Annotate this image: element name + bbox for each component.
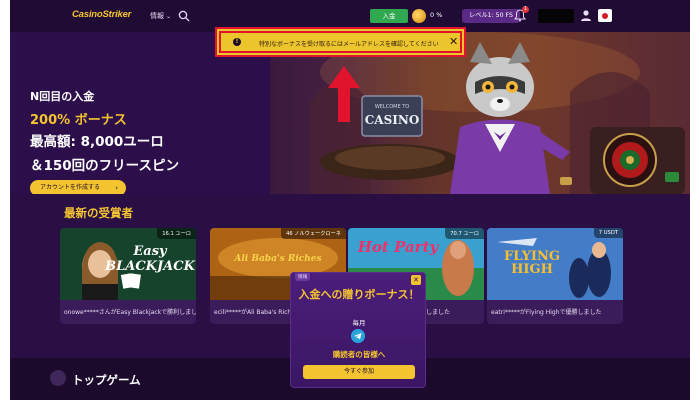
winner-text: eatri*****がFlying Highで優勝しました <box>491 309 602 316</box>
notice-close-button[interactable]: ✕ <box>449 35 458 48</box>
popup-tag: 情報 <box>295 273 311 281</box>
sign-casino-text: CASINO <box>365 113 420 127</box>
game-title-text: Ali Baba's Riches <box>234 254 322 264</box>
promo-max-amount: 最高額: 8,000ユーロ <box>30 134 164 150</box>
casino-logo[interactable]: CasinoStriker <box>72 9 131 20</box>
create-account-button[interactable]: アカウントを作成する › <box>30 180 126 194</box>
balance-display[interactable] <box>538 9 574 23</box>
email-verify-notice: ! 特別なボーナスを受け取るにはメールアドレスを確認してください ✕ <box>215 27 466 57</box>
popup-subscribers-text: 購読者の皆様へ <box>332 350 386 359</box>
game-title-text: Hot Party <box>357 238 439 256</box>
game-title-text: FLYING HIGH <box>504 249 560 277</box>
red-arrow-annotation-icon <box>328 66 360 122</box>
popup-title: 入金への贈りボーナス！ <box>298 288 420 301</box>
winner-text: ecili*****がAli Baba's Riches <box>214 309 299 316</box>
winner-text: onowe*****さんがEasy Blackjackで勝利しました <box>64 309 196 316</box>
info-icon: ! <box>233 38 241 46</box>
telegram-icon <box>351 329 365 343</box>
join-now-button[interactable]: 今すぐ参加 <box>303 365 415 379</box>
notice-message: 特別なボーナスを受け取るにはメールアドレスを確認してください <box>259 41 439 48</box>
game-title: Hot Party <box>348 238 448 256</box>
winner-card[interactable]: 16.1 ユーロ Easy BLACKJACK onowe*****さんがEas… <box>60 228 196 324</box>
create-account-label: アカウントを作成する <box>40 184 101 191</box>
top-games-title: トップゲーム <box>72 373 141 387</box>
win-amount: 70.7 ユーロ <box>445 228 484 239</box>
browser-frame: CasinoStriker 情報⌄ 入金 0 % レベル1: 50 FS 1 <box>10 0 690 400</box>
game-title: FLYING HIGH <box>487 250 577 276</box>
deposit-button[interactable]: 入金 <box>370 9 408 23</box>
search-icon[interactable] <box>178 10 190 22</box>
language-flag-icon[interactable] <box>598 9 612 22</box>
info-menu-label: 情報 <box>150 12 164 20</box>
notification-badge: 1 <box>522 6 529 13</box>
user-icon[interactable] <box>580 9 592 22</box>
info-menu[interactable]: 情報 ⌄ <box>150 11 171 21</box>
promo-deposit-count: N回目の入金 <box>30 90 95 103</box>
fire-icon <box>50 370 66 386</box>
win-amount: 46 ノルウェークローネ <box>281 228 346 239</box>
arrow-right-icon: › <box>115 184 118 192</box>
sign-welcome-text: WELCOME TO <box>375 104 409 110</box>
game-title-text: Easy BLACKJACK <box>105 244 195 274</box>
telegram-bonus-popup: 情報 ✕ 入金への贈りボーナス！ 毎月 購読者の皆様へ 今すぐ参加 <box>290 272 426 388</box>
latest-winners-title: 最新の受賞者 <box>64 206 133 220</box>
promo-bonus-percent: 200% ボーナス <box>30 113 127 128</box>
level-progress[interactable]: レベル1: 50 FS <box>462 9 520 23</box>
coin-icon <box>412 9 426 23</box>
win-amount: 16.1 ユーロ <box>157 228 196 239</box>
game-title: Ali Baba's Riches <box>210 254 346 264</box>
popup-close-button[interactable]: ✕ <box>411 275 421 285</box>
chevron-down-icon: ⌄ <box>166 13 172 20</box>
game-title: Easy BLACKJACK <box>104 244 196 274</box>
win-amount: 7 USDT <box>593 228 623 238</box>
progress-percent: 0 % <box>430 11 443 19</box>
popup-subtitle: 毎月 <box>352 319 366 327</box>
promo-free-spins: ＆150回のフリースピン <box>30 158 180 174</box>
winner-card[interactable]: 7 USDT FLYING HIGH eatri*****がFlying Hig… <box>487 228 623 324</box>
